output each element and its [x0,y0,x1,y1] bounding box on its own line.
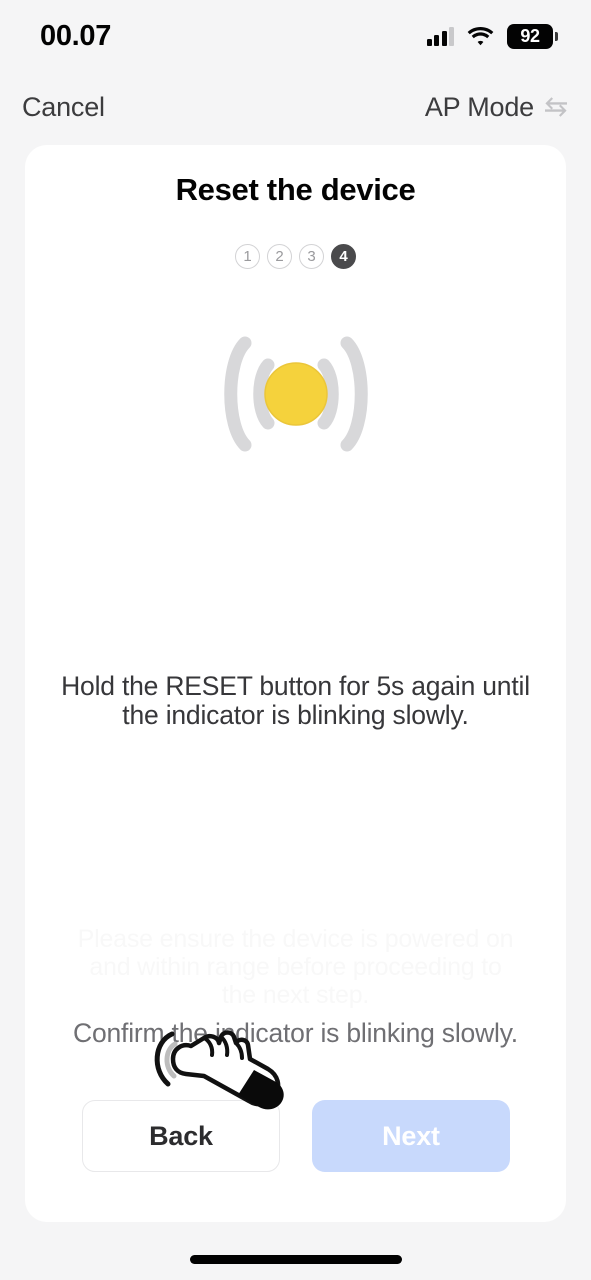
confirm-text: Confirm the indicator is blinking slowly… [73,1018,518,1048]
action-buttons: Back Next [82,1100,510,1172]
ghost-hint-text: Please ensure the device is powered on a… [75,925,516,1009]
instruction-text: Hold the RESET button for 5s again until… [61,671,530,730]
swap-arrows-icon [543,96,569,118]
blinking-indicator-icon [25,332,566,456]
status-bar-time: 00.07 [40,19,112,52]
next-button[interactable]: Next [312,1100,510,1172]
page-title: Reset the device [175,172,416,207]
battery-cap [554,31,558,41]
home-indicator[interactable] [189,1255,402,1264]
step-4[interactable]: 4 [331,244,356,269]
navigation-bar: Cancel AP Mode [0,78,591,136]
step-indicator: 1 2 3 4 [25,244,566,269]
status-bar: 00.07 92 [0,0,591,72]
back-button[interactable]: Back [82,1100,280,1172]
battery-percent-label: 92 [520,26,540,46]
ap-mode-label: AP Mode [424,91,534,122]
ap-mode-toggle[interactable]: AP Mode [425,92,569,123]
cancel-button[interactable]: Cancel [18,88,109,127]
cellular-signal-icon [426,26,454,46]
status-bar-icons: 92 [426,23,558,49]
battery-icon: 92 [507,23,558,49]
phone-screen: 00.07 92 Cancel AP Mode Reset the device… [0,0,591,1280]
reset-device-card: Reset the device 1 2 3 4 Hold the RESET … [25,145,566,1222]
wifi-icon [467,26,494,46]
step-3[interactable]: 3 [299,244,324,269]
step-2[interactable]: 2 [267,244,292,269]
step-1[interactable]: 1 [235,244,260,269]
